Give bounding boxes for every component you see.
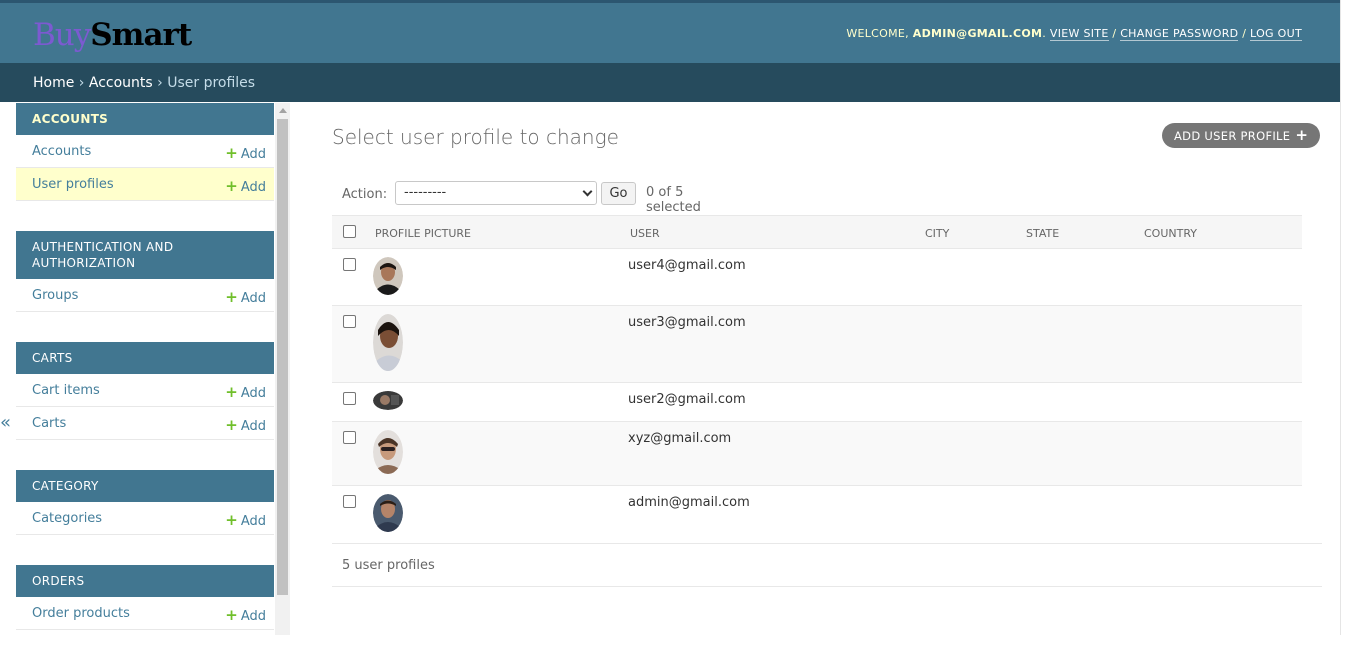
sidebar-item-categories[interactable]: Categories + Add (16, 502, 274, 535)
result-count: 5 user profiles (332, 543, 1322, 587)
row-checkbox[interactable] (343, 258, 356, 271)
username: ADMIN@GMAIL.COM (912, 27, 1043, 40)
module-category: CATEGORY Categories + Add (16, 470, 274, 535)
plus-icon: + (225, 177, 238, 195)
plus-icon: + (225, 144, 238, 162)
plus-icon: + (1295, 126, 1309, 144)
add-link[interactable]: + Add (225, 144, 266, 162)
module-caption[interactable]: AUTHENTICATION AND AUTHORIZATION (16, 231, 274, 279)
row-checkbox[interactable] (343, 495, 356, 508)
action-select[interactable]: --------- (395, 181, 597, 205)
row-checkbox[interactable] (343, 392, 356, 405)
add-link[interactable]: + Add (225, 383, 266, 401)
table-header: PROFILE PICTURE USER CITY STATE COUNTRY (332, 215, 1302, 249)
user-link[interactable]: admin@gmail.com (628, 495, 750, 510)
go-button[interactable]: Go (601, 182, 636, 205)
add-link[interactable]: + Add (225, 606, 266, 624)
page-scrollbar[interactable] (1340, 0, 1346, 635)
results-table: PROFILE PICTURE USER CITY STATE COUNTRY … (332, 215, 1302, 544)
sidebar-item-cart-items[interactable]: Cart items + Add (16, 374, 274, 407)
scroll-thumb[interactable] (277, 119, 288, 595)
change-password-link[interactable]: CHANGE PASSWORD (1120, 27, 1239, 41)
sidebar-item-user-profiles[interactable]: User profiles + Add (16, 168, 274, 201)
sidebar-item-order-products[interactable]: Order products + Add (16, 597, 274, 630)
add-link[interactable]: + Add (225, 288, 266, 306)
module-caption[interactable]: ORDERS (16, 565, 274, 597)
column-header-city[interactable]: CITY (925, 227, 949, 240)
brand-logo[interactable]: BuySmart (33, 17, 192, 53)
scroll-up-icon[interactable] (279, 108, 287, 113)
view-site-link[interactable]: VIEW SITE (1049, 27, 1109, 41)
user-link[interactable]: xyz@gmail.com (628, 431, 731, 446)
sidebar-item-groups[interactable]: Groups + Add (16, 279, 274, 312)
add-user-profile-button[interactable]: ADD USER PROFILE + (1162, 123, 1321, 148)
user-tools: WELCOME, ADMIN@GMAIL.COM. VIEW SITE / CH… (846, 27, 1302, 41)
column-header-profile-picture[interactable]: PROFILE PICTURE (375, 227, 471, 240)
add-link[interactable]: + Add (225, 416, 266, 434)
column-header-state[interactable]: STATE (1026, 227, 1059, 240)
add-link[interactable]: + Add (225, 511, 266, 529)
table-row: xyz@gmail.com (332, 422, 1302, 486)
welcome-text: WELCOME, (846, 27, 909, 40)
table-row: user4@gmail.com (332, 249, 1302, 306)
column-header-user[interactable]: USER (630, 227, 660, 240)
user-link[interactable]: user3@gmail.com (628, 315, 746, 330)
column-header-country[interactable]: COUNTRY (1144, 227, 1197, 240)
sidebar-nav: ACCOUNTS Accounts + Add User profiles + Ad… (16, 103, 274, 660)
module-caption[interactable]: CATEGORY (16, 470, 274, 502)
breadcrumb-current: User profiles (167, 75, 256, 91)
profile-picture[interactable] (373, 257, 403, 295)
table-row: admin@gmail.com (332, 486, 1302, 544)
collapse-sidebar-icon[interactable]: « (0, 412, 11, 433)
selection-counter: 0 of 5 selected (646, 185, 701, 215)
profile-picture[interactable] (373, 494, 403, 532)
table-row: user2@gmail.com (332, 383, 1302, 422)
site-header: BuySmart WELCOME, ADMIN@GMAIL.COM. VIEW … (0, 0, 1340, 63)
select-all-checkbox[interactable] (343, 225, 356, 238)
plus-icon: + (225, 288, 238, 306)
table-row: user3@gmail.com (332, 306, 1302, 383)
module-caption[interactable]: ACCOUNTS (16, 103, 274, 135)
user-link[interactable]: user2@gmail.com (628, 392, 746, 407)
profile-picture[interactable] (373, 314, 403, 371)
breadcrumb: Home › Accounts › User profiles (0, 63, 1340, 102)
user-link[interactable]: user4@gmail.com (628, 258, 746, 273)
row-checkbox[interactable] (343, 315, 356, 328)
module-caption[interactable]: CARTS (16, 342, 274, 374)
profile-picture[interactable] (373, 391, 403, 410)
sidebar-scrollbar[interactable] (275, 103, 290, 635)
plus-icon: + (225, 606, 238, 624)
breadcrumb-home[interactable]: Home (33, 75, 74, 91)
add-link[interactable]: + Add (225, 177, 266, 195)
module-orders: ORDERS Order products + Add (16, 565, 274, 630)
action-label: Action: (342, 187, 388, 202)
sidebar-item-carts[interactable]: Carts + Add (16, 407, 274, 440)
module-accounts: ACCOUNTS Accounts + Add User profiles + Ad… (16, 103, 274, 201)
profile-picture[interactable] (373, 430, 403, 474)
plus-icon: + (225, 383, 238, 401)
page-title: Select user profile to change (332, 125, 619, 149)
log-out-link[interactable]: LOG OUT (1250, 27, 1302, 41)
breadcrumb-accounts[interactable]: Accounts (89, 75, 153, 91)
row-checkbox[interactable] (343, 431, 356, 444)
sidebar-item-accounts[interactable]: Accounts + Add (16, 135, 274, 168)
module-auth: AUTHENTICATION AND AUTHORIZATION Groups … (16, 231, 274, 312)
plus-icon: + (225, 511, 238, 529)
plus-icon: + (225, 416, 238, 434)
module-carts: CARTS Cart items + Add Carts + Add (16, 342, 274, 440)
chevron-down-icon (582, 186, 593, 197)
